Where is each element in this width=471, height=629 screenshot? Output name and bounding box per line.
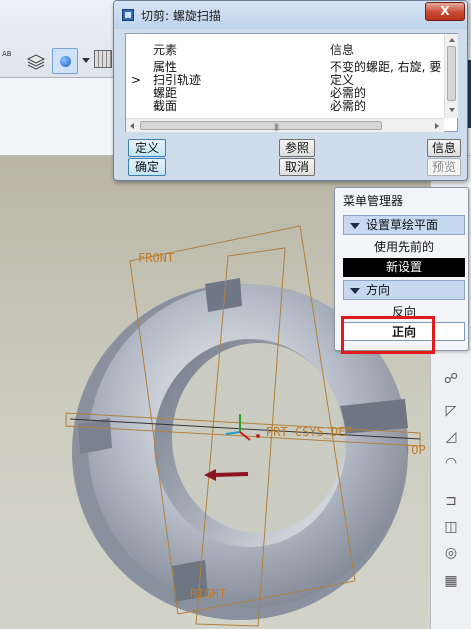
info-button[interactable]: 信息 [427,139,461,157]
close-button[interactable]: X [425,2,465,21]
csys-label: PRT_CSYS_DEF [266,425,353,439]
element-list-content: 元素 信息 属性 不变的螺距, 右旋, 要 > 扫引轨迹 定义 螺距 必需的 截… [126,34,444,118]
pattern-icon[interactable]: ▦ [441,572,461,590]
chevron-down-icon[interactable] [82,58,90,63]
section-label: 设置草绘平面 [366,218,439,232]
datum-label-top: TOP [404,443,426,457]
collapse-triangle-icon [350,223,360,229]
sphere-icon [60,56,71,67]
menu-manager-title: 菜单管理器 [343,194,404,208]
scroll-down-icon[interactable] [449,108,455,112]
list-row[interactable]: 截面 必需的 [126,100,444,113]
element-list[interactable]: 元素 信息 属性 不变的螺距, 右旋, 要 > 扫引轨迹 定义 螺距 必需的 截… [125,33,458,132]
layers-icon[interactable] [26,52,46,72]
horizontal-scrollbar[interactable]: ||| [126,118,444,132]
close-icon: X [440,4,450,18]
menu-item-new-setting[interactable]: 新设置 [343,258,465,277]
app-icon [122,9,134,21]
scroll-thumb[interactable]: ||| [140,121,382,131]
define-button[interactable]: 定义 [128,139,166,157]
extrude-icon[interactable]: ◫ [441,518,461,536]
grid-icon[interactable] [94,50,112,68]
text-style-icon[interactable]: AB [2,50,22,70]
row-info: 必需的 [330,99,367,113]
section-label: 方向 [366,283,391,297]
menu-item-use-previous[interactable]: 使用先前的 [343,238,465,257]
datum-label-right: RIGHT [190,587,226,601]
scroll-up-icon[interactable] [449,38,455,42]
vertical-scrollbar[interactable] [444,34,458,118]
column-header-info[interactable]: 信息 [330,41,354,58]
datum-plane-icon[interactable]: ◿ [441,428,461,446]
reference-button[interactable]: 参照 [279,139,315,157]
datum-point-icon[interactable]: ☍ [441,370,461,388]
row-element: 截面 [153,99,178,113]
scroll-right-icon[interactable] [435,123,439,129]
shading-icon[interactable] [52,48,78,74]
grip-icon: ||| [274,123,279,131]
preview-button[interactable]: 预览 [427,158,461,176]
scroll-left-icon[interactable] [130,123,134,129]
collapse-triangle-icon [350,288,360,294]
sketch-icon[interactable]: ◠ [441,454,461,472]
dialog-title: 切剪: 螺旋扫描 [141,9,221,23]
menu-section-sketch-plane[interactable]: 设置草绘平面 [343,215,465,235]
datum-label-front: FRONT [138,251,174,265]
dialog-titlebar[interactable]: 切剪: 螺旋扫描 X [114,1,467,29]
menu-section-direction[interactable]: 方向 [343,280,465,300]
nut-slot [78,418,112,454]
revolve-icon[interactable]: ◎ [441,544,461,562]
column-header-element[interactable]: 元素 [153,41,177,58]
scroll-thumb[interactable] [447,46,456,101]
datum-curve-icon[interactable]: ◸ [441,402,461,420]
mirror-icon[interactable]: ⊐ [441,492,461,510]
row-marker: > [131,73,142,87]
cancel-button[interactable]: 取消 [279,158,315,176]
ok-button[interactable]: 确定 [128,158,166,176]
highlight-annotation [341,316,435,354]
helical-sweep-dialog: 切剪: 螺旋扫描 X 元素 信息 属性 不变的螺距, 右旋, 要 > 扫引轨迹 … [113,0,468,181]
